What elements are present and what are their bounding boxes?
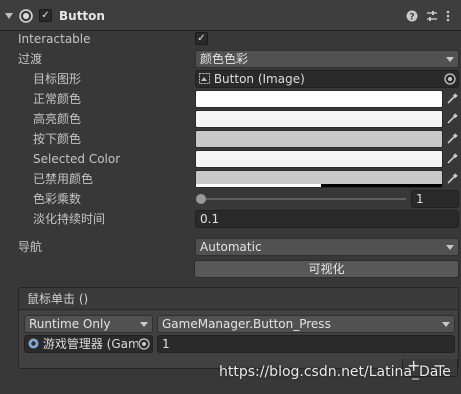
eyedropper-icon[interactable]	[445, 150, 459, 168]
normal-color-row: 正常颜色	[0, 89, 461, 109]
highlighted-color-row: 高亮颜色	[0, 109, 461, 129]
component-enabled-checkbox[interactable]: ✓	[39, 0, 52, 31]
pressed-color-row: 按下颜色	[0, 129, 461, 149]
chevron-down-icon	[442, 322, 450, 327]
kebab-menu-icon[interactable]	[446, 0, 450, 31]
normal-color-swatch[interactable]	[195, 90, 443, 108]
transition-row: 过渡 颜色色彩	[0, 49, 461, 69]
svg-text:?: ?	[409, 12, 414, 22]
target-graphic-label: 目标图形	[33, 72, 82, 86]
alpha-bar	[196, 184, 321, 187]
transition-label: 过渡	[18, 52, 43, 66]
target-graphic-row: 目标图形 Button (Image)	[0, 69, 461, 89]
interactable-label: Interactable	[18, 32, 91, 46]
event-argument-input[interactable]: 1	[157, 335, 455, 353]
multiplier-slider-track[interactable]	[200, 198, 406, 200]
color-multiplier-label: 色彩乘数	[33, 192, 82, 206]
selected-color-label: Selected Color	[33, 152, 121, 166]
function-value: GameManager.Button_Press	[162, 317, 331, 331]
highlighted-color-label: 高亮颜色	[33, 112, 82, 126]
multiplier-input[interactable]: 1	[411, 190, 459, 208]
highlighted-color-swatch[interactable]	[195, 110, 443, 128]
multiplier-slider-thumb[interactable]	[196, 194, 206, 204]
target-graphic-value: Button (Image)	[213, 72, 305, 86]
event-title: 鼠标单击 ()	[27, 292, 89, 306]
interactable-row: Interactable ✓	[0, 29, 461, 49]
selected-color-row: Selected Color	[0, 149, 461, 169]
disabled-color-label: 已禁用颜色	[33, 172, 94, 186]
gameobject-icon	[28, 338, 39, 349]
transition-dropdown[interactable]: 颜色色彩	[195, 50, 459, 68]
event-header: 鼠标单击 ()	[19, 288, 458, 310]
transition-value: 颜色色彩	[200, 52, 249, 66]
event-object-value: 游戏管理器 (Gam	[42, 337, 140, 351]
eyedropper-icon[interactable]	[445, 170, 459, 188]
runtime-dropdown[interactable]: Runtime Only	[24, 315, 153, 333]
chevron-down-icon	[140, 322, 148, 327]
navigation-label: 导航	[18, 240, 43, 254]
navigation-dropdown[interactable]: Automatic	[195, 238, 459, 256]
pressed-color-label: 按下颜色	[33, 132, 82, 146]
component-header: ✓ Button ?	[0, 0, 461, 31]
normal-color-label: 正常颜色	[33, 92, 82, 106]
object-picker-icon[interactable]	[138, 338, 150, 352]
visualize-button[interactable]: 可视化	[194, 260, 459, 278]
alpha-bar-remainder	[321, 184, 442, 187]
eyedropper-icon[interactable]	[445, 130, 459, 148]
chevron-down-icon	[446, 57, 454, 62]
fade-duration-row: 淡化持续时间 0.1	[0, 209, 461, 229]
foldout-arrow-icon[interactable]	[4, 0, 14, 31]
disabled-color-row: 已禁用颜色	[0, 169, 461, 189]
function-dropdown[interactable]: GameManager.Button_Press	[157, 315, 455, 333]
fade-duration-label: 淡化持续时间	[33, 212, 106, 226]
disabled-color-swatch[interactable]	[195, 170, 443, 188]
eyedropper-icon[interactable]	[445, 110, 459, 128]
event-object-field[interactable]: 游戏管理器 (Gam	[24, 335, 153, 353]
runtime-value: Runtime Only	[29, 317, 111, 331]
watermark-text: https://blog.csdn.net/Latina_Dale	[219, 364, 451, 380]
preset-settings-icon[interactable]	[426, 0, 438, 31]
selected-color-swatch[interactable]	[195, 150, 443, 168]
eyedropper-icon[interactable]	[445, 90, 459, 108]
interactable-checkbox[interactable]: ✓	[195, 32, 208, 50]
fade-duration-input[interactable]: 0.1	[195, 210, 459, 228]
color-multiplier-row: 色彩乘数 1	[0, 189, 461, 209]
check-icon: ✓	[39, 9, 52, 22]
check-icon: ✓	[195, 32, 208, 45]
target-graphic-field[interactable]: Button (Image)	[195, 70, 459, 88]
button-component-icon	[19, 0, 33, 31]
help-icon[interactable]: ?	[406, 0, 418, 31]
chevron-down-icon	[446, 245, 454, 250]
navigation-row: 导航 Automatic	[0, 237, 461, 257]
component-title: Button	[59, 8, 105, 23]
image-icon	[199, 73, 210, 84]
pressed-color-swatch[interactable]	[195, 130, 443, 148]
navigation-value: Automatic	[200, 240, 262, 254]
object-picker-icon[interactable]	[444, 73, 456, 87]
